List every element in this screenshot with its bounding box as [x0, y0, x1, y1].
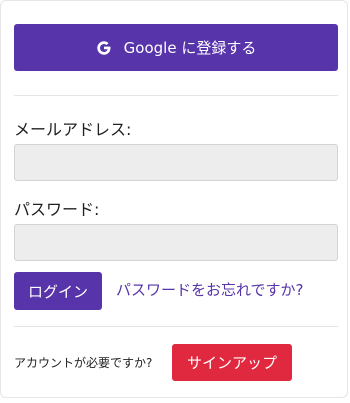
divider — [14, 95, 338, 96]
google-signup-button[interactable]: Google に登録する — [14, 24, 338, 71]
need-account-text: アカウントが必要ですか? — [14, 356, 153, 370]
signup-button[interactable]: サインアップ — [172, 344, 292, 381]
login-button[interactable]: ログイン — [14, 272, 102, 310]
email-field[interactable] — [14, 144, 338, 181]
google-icon — [96, 40, 111, 55]
email-label: メールアドレス: — [14, 120, 132, 139]
divider — [14, 326, 338, 327]
forgot-password-link[interactable]: パスワードをお忘れですか? — [116, 279, 304, 300]
google-signup-label: Google に登録する — [123, 39, 257, 57]
login-card: Google に登録する メールアドレス: パスワード: ログイン パスワードを… — [0, 0, 348, 398]
password-label: パスワード: — [14, 200, 100, 219]
password-field[interactable] — [14, 224, 338, 261]
